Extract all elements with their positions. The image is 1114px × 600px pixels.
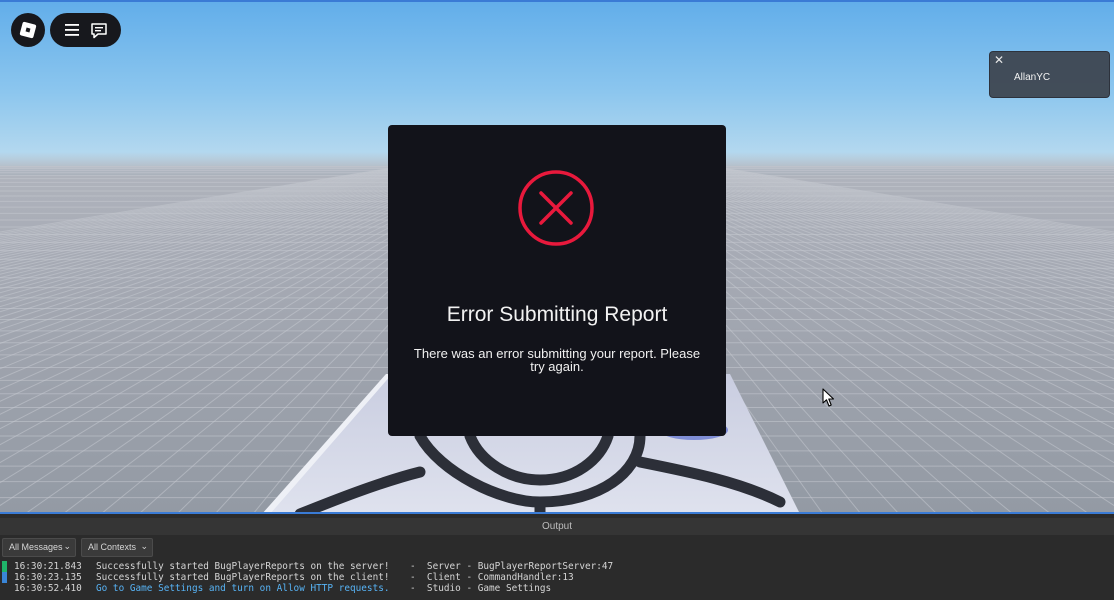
log-source[interactable]: - Server - BugPlayerReportServer:47: [410, 561, 613, 572]
chevron-down-icon: ⌄: [140, 542, 148, 552]
output-log: 16:30:21.843 Successfully started BugPla…: [0, 561, 1114, 594]
output-panel: Output All Messages ⌄ All Contexts ⌄ 16:…: [0, 512, 1114, 600]
log-marker: [2, 561, 7, 572]
game-viewport[interactable]: ✕ AllanYC Error Submitting Report There …: [0, 0, 1114, 512]
close-icon[interactable]: ✕: [994, 54, 1004, 66]
chevron-down-icon: ⌄: [63, 542, 71, 552]
context-filter-label: All Contexts: [88, 542, 137, 552]
log-message: Successfully started BugPlayerReports on…: [96, 561, 390, 572]
log-message-link[interactable]: Go to Game Settings and turn on Allow HT…: [96, 583, 390, 594]
mouse-cursor-icon: [822, 388, 835, 407]
message-filter-dropdown[interactable]: All Messages ⌄: [2, 538, 76, 557]
player-notification: ✕ AllanYC: [989, 51, 1110, 98]
context-filter-dropdown[interactable]: All Contexts ⌄: [81, 538, 153, 557]
log-timestamp: 16:30:52.410: [14, 583, 82, 594]
topbar-menu-pill: [50, 13, 121, 47]
hamburger-menu-icon[interactable]: [61, 19, 83, 41]
output-panel-title: Output: [0, 518, 1114, 535]
log-timestamp: 16:30:21.843: [14, 561, 82, 572]
error-dialog: Error Submitting Report There was an err…: [388, 125, 726, 436]
log-message: Successfully started BugPlayerReports on…: [96, 572, 390, 583]
dialog-title: Error Submitting Report: [446, 303, 668, 326]
log-source[interactable]: - Studio - Game Settings: [410, 583, 551, 594]
chat-bubble-icon[interactable]: [88, 19, 110, 41]
log-marker: [2, 572, 7, 583]
log-line: 16:30:52.410 Go to Game Settings and tur…: [0, 583, 1114, 594]
message-filter-label: All Messages: [9, 542, 63, 552]
roblox-menu-button[interactable]: [11, 13, 45, 47]
error-x-circle-icon: [518, 170, 594, 246]
log-marker: [2, 583, 7, 594]
roblox-logo-icon: [19, 21, 37, 39]
player-name: AllanYC: [1014, 72, 1051, 83]
log-line: 16:30:23.135 Successfully started BugPla…: [0, 572, 1114, 583]
dialog-message: There was an error submitting your repor…: [413, 346, 701, 374]
log-timestamp: 16:30:23.135: [14, 572, 82, 583]
log-source[interactable]: - Client - CommandHandler:13: [410, 572, 574, 583]
log-line: 16:30:21.843 Successfully started BugPla…: [0, 561, 1114, 572]
